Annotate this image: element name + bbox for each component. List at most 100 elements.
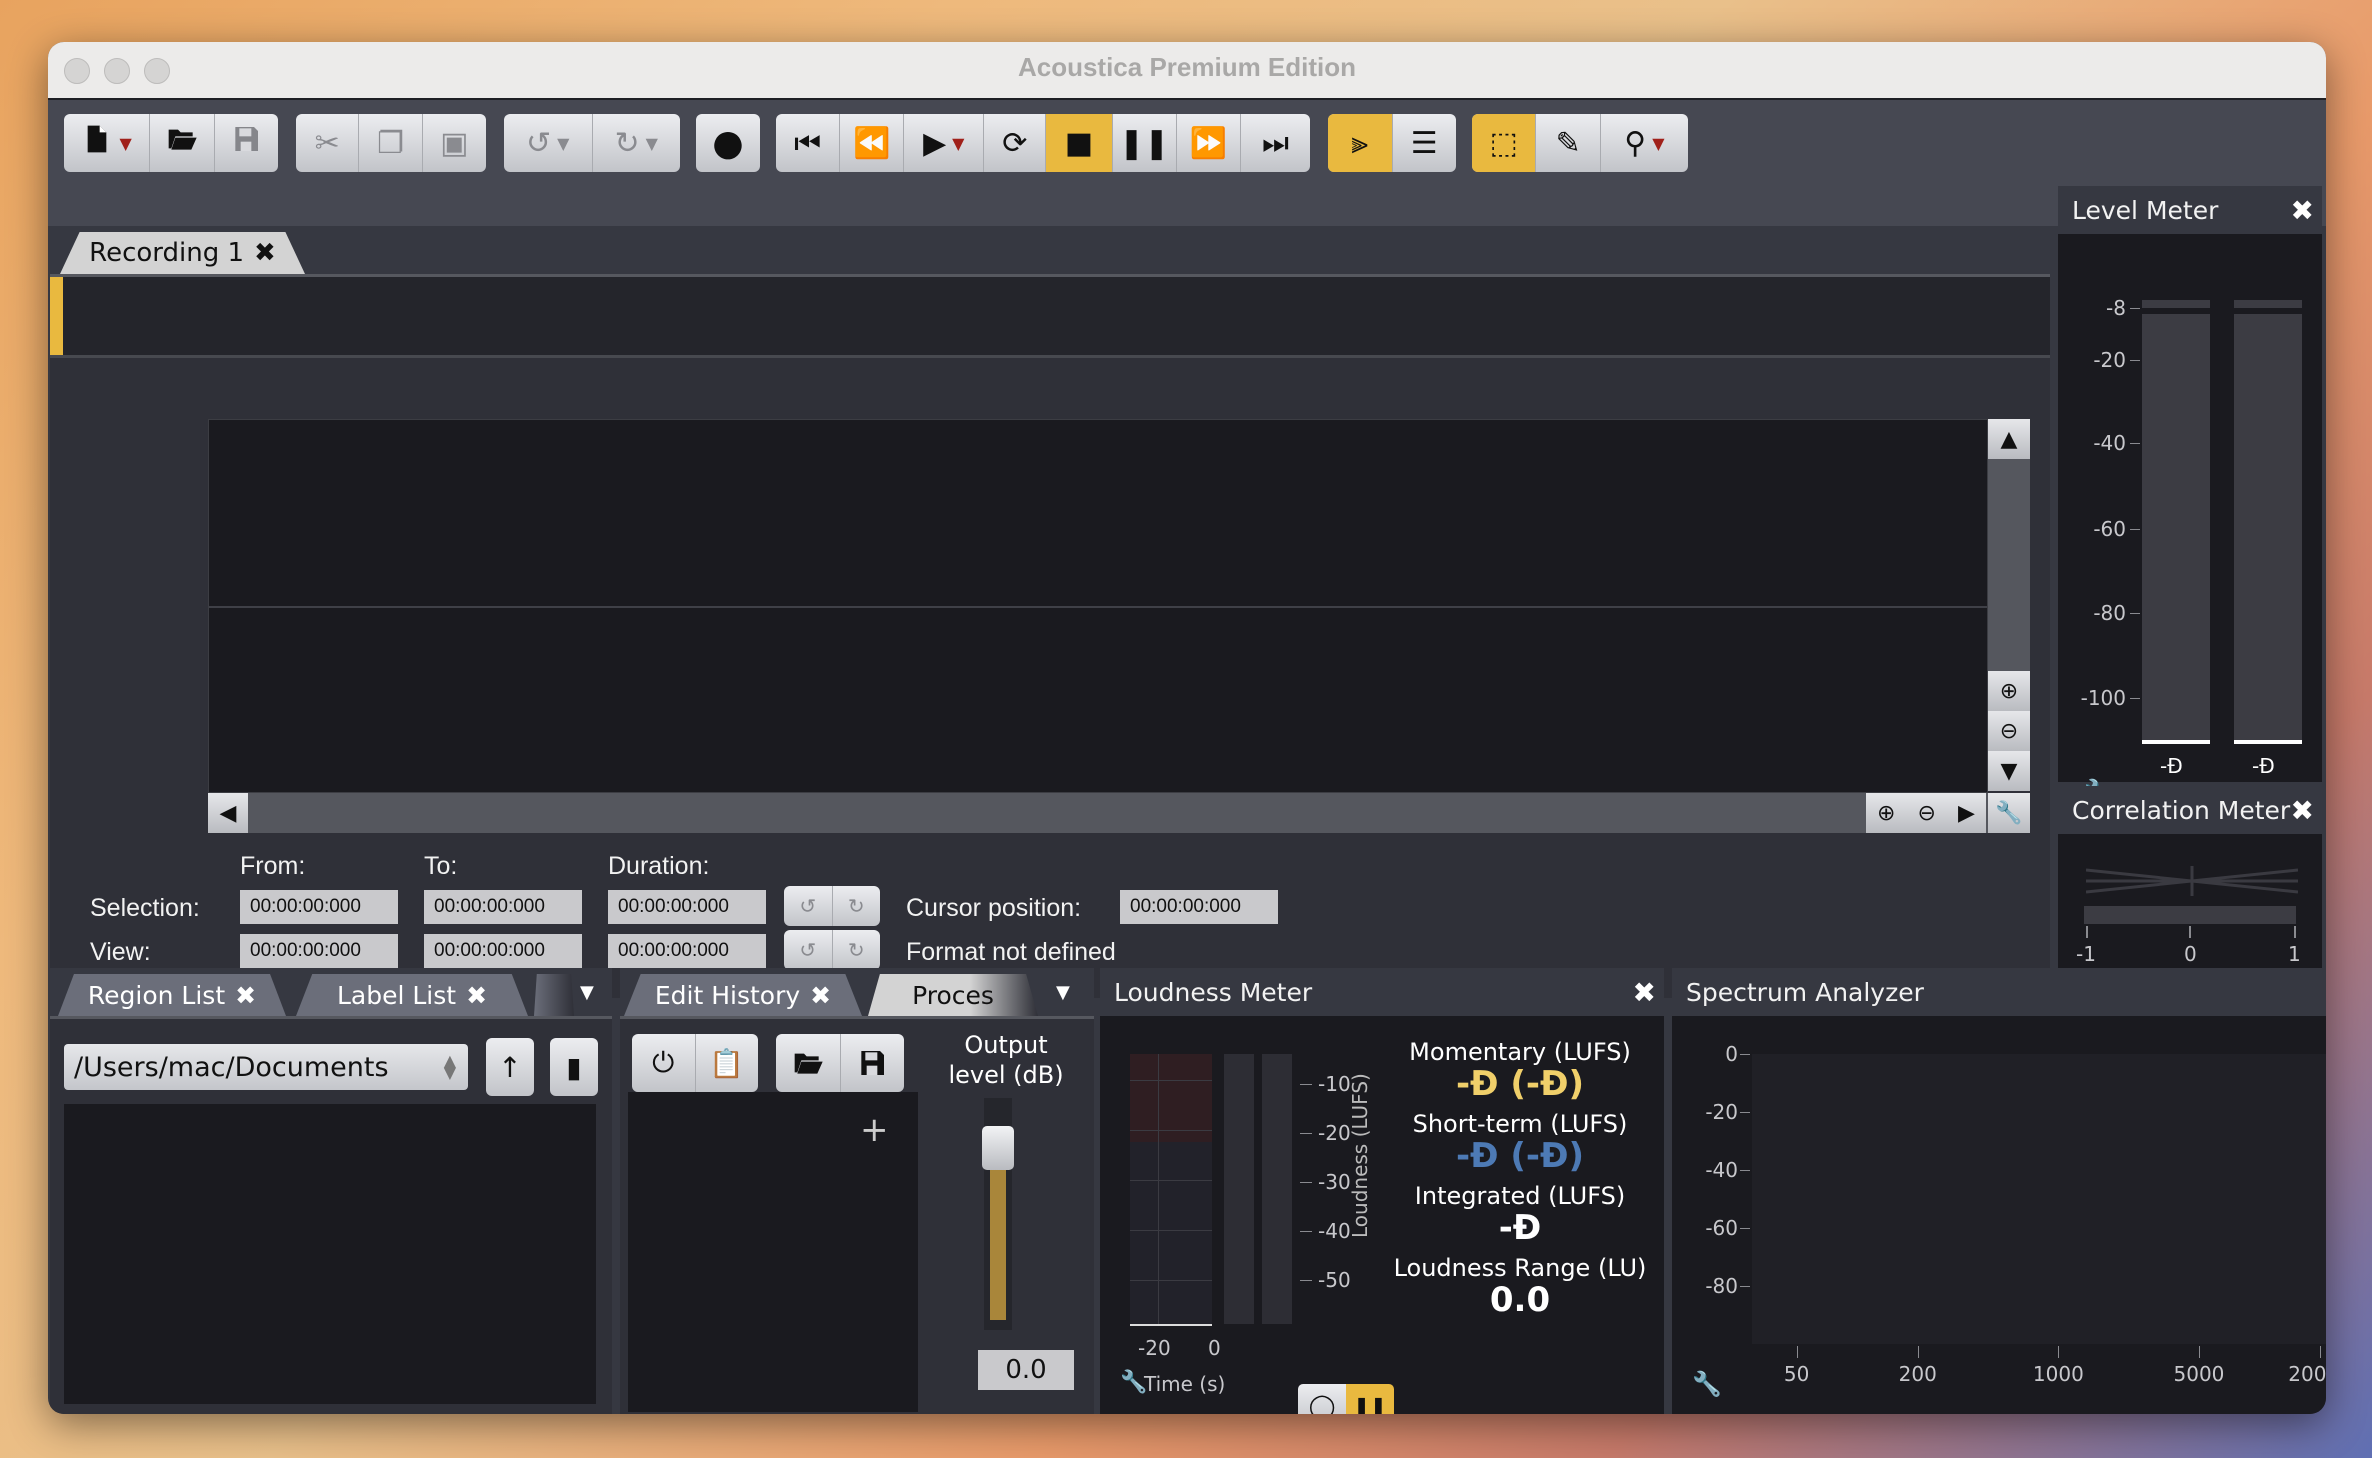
view-redo-button[interactable]: ↻	[833, 930, 881, 970]
level-bar-right	[2234, 314, 2302, 744]
selection-to-field[interactable]: 00:00:00:000	[424, 890, 582, 924]
overview-strip[interactable]	[50, 277, 2050, 358]
pencil-tool-icon: ✎	[1555, 125, 1581, 161]
panel-title: Spectrum Analyzer	[1686, 977, 1924, 1007]
play-icon: ▶	[923, 125, 947, 161]
horizontal-scrollbar[interactable]: ◀ ⊕ ⊖ ▶	[208, 793, 1988, 833]
close-icon[interactable]: ✖	[810, 981, 831, 1010]
view-undo-button[interactable]: ↺	[784, 930, 833, 970]
cursor-position-field[interactable]: 00:00:00:000	[1120, 890, 1278, 924]
clipboard-button[interactable]: 📋	[696, 1034, 759, 1092]
pencil-tool-button[interactable]: ✎	[1536, 114, 1601, 172]
chevron-down-icon: ▼	[557, 133, 570, 153]
scroll-up-button[interactable]: ▲	[1988, 419, 2030, 459]
open-folder-icon	[166, 123, 198, 163]
level-meter-panel: Level Meter ✖ -8-20-40-60-80-100 -Đ -Đ 🔧…	[2058, 186, 2322, 808]
tick-mark	[1740, 1054, 1750, 1055]
tab-recording-1[interactable]: Recording 1 ✖	[60, 232, 305, 274]
cut-button[interactable]: ✂	[296, 114, 360, 172]
go-to-start-button[interactable]: ⏮	[776, 114, 841, 172]
paste-button[interactable]: ▣	[423, 114, 486, 172]
pause-loudness-button[interactable]: ❚❚	[1346, 1384, 1394, 1414]
selection-redo-button[interactable]: ↻	[833, 886, 881, 926]
fast-forward-button[interactable]: ⏩	[1177, 114, 1241, 172]
wrench-icon[interactable]: 🔧	[1692, 1370, 1722, 1398]
vertical-scrollbar[interactable]: ▲ ⊕ ⊖ ▼	[1988, 419, 2030, 791]
zoom-tool-button[interactable]: ⚲ ▼	[1601, 114, 1688, 172]
close-icon[interactable]: ✖	[466, 981, 487, 1010]
tab-processing[interactable]: Proces	[868, 974, 1038, 1016]
zoom-out-icon[interactable]: ⊖	[1918, 801, 1936, 826]
waveform-settings-button[interactable]: 🔧	[1988, 793, 2030, 833]
go-to-end-button[interactable]: ⏭	[1241, 114, 1310, 172]
browse-folder-button[interactable]: ▮	[550, 1038, 598, 1096]
output-level-field[interactable]: 0.0	[978, 1350, 1074, 1390]
tick-label: 0	[1725, 1042, 1738, 1066]
loop-icon: ⟳	[1002, 125, 1028, 161]
tab-label-list[interactable]: Label List ✖	[296, 974, 528, 1016]
zoom-in-icon[interactable]: ⊕	[1877, 801, 1895, 826]
record-button[interactable]: ●	[696, 114, 760, 172]
loop-button[interactable]: ⟳	[984, 114, 1047, 172]
rewind-button[interactable]: ⏪	[840, 114, 905, 172]
selection-undo-button[interactable]: ↺	[784, 886, 833, 926]
close-icon[interactable]: ✖	[1633, 976, 1656, 1009]
view-duration-field[interactable]: 00:00:00:000	[608, 934, 766, 968]
tick-mark	[2294, 926, 2296, 938]
select-tool-button[interactable]: ⬚	[1472, 114, 1537, 172]
scroll-left-button[interactable]: ◀	[208, 793, 248, 833]
view-from-field[interactable]: 00:00:00:000	[240, 934, 398, 968]
pause-button[interactable]: ❚❚	[1113, 114, 1177, 172]
save-button[interactable]	[215, 114, 278, 172]
scroll-down-button[interactable]: ▼	[1988, 751, 2030, 791]
close-icon[interactable]: ✖	[2291, 794, 2314, 827]
arrow-right-icon[interactable]: ▶	[1958, 801, 1975, 826]
close-tab-icon[interactable]: ✖	[254, 238, 276, 268]
tab-region-list[interactable]: Region List ✖	[58, 974, 286, 1016]
vertical-zoom-out-button[interactable]: ⊖	[1988, 711, 2030, 751]
selection-duration-field[interactable]: 00:00:00:000	[608, 890, 766, 924]
new-file-button[interactable]: ▼	[64, 114, 151, 172]
spectrum-analyzer-header: Spectrum Analyzer ✖	[1672, 968, 2326, 1016]
redo-button[interactable]: ↻ ▼	[593, 114, 681, 172]
view-to-field[interactable]: 00:00:00:000	[424, 934, 582, 968]
vertical-zoom-in-button[interactable]: ⊕	[1988, 671, 2030, 711]
new-file-icon	[81, 123, 113, 163]
selection-from-field[interactable]: 00:00:00:000	[240, 890, 398, 924]
panel-title: Loudness Meter	[1114, 977, 1313, 1007]
parent-folder-button[interactable]: ↑	[486, 1038, 534, 1096]
app-window: Acoustica Premium Edition ▼ ✂ ❐ ▣ ↺ ▼ ↻ ▼ …	[48, 42, 2326, 1414]
view-mode-group: ⫸ ☰	[1328, 114, 1456, 172]
spectrogram-view-button[interactable]: ☰	[1393, 114, 1457, 172]
close-icon[interactable]: ✖	[235, 981, 256, 1010]
save-preset-button[interactable]	[841, 1034, 905, 1092]
reset-loudness-button[interactable]: ◯	[1298, 1384, 1346, 1414]
power-button[interactable]: ⏻	[632, 1034, 696, 1092]
overview-position-marker[interactable]	[50, 277, 63, 355]
close-icon[interactable]: ✖	[2291, 194, 2314, 227]
file-list[interactable]	[64, 1104, 596, 1404]
output-level-slider[interactable]	[982, 1098, 1014, 1330]
arrow-up-icon: ↑	[498, 1050, 522, 1084]
undo-button[interactable]: ↺ ▼	[504, 114, 593, 172]
horizontal-zoom-controls: ⊕ ⊖ ▶	[1866, 793, 1986, 833]
pause-icon: ❚❚	[1119, 125, 1170, 161]
add-effect-button[interactable]: +	[860, 1110, 889, 1150]
copy-button[interactable]: ❐	[359, 114, 423, 172]
waveform-display[interactable]	[208, 419, 1988, 793]
effect-chain-list[interactable]: +	[628, 1092, 918, 1412]
integrated-value: -Đ	[1498, 1208, 1542, 1248]
tick-label: -8	[2106, 296, 2126, 320]
path-dropdown[interactable]: /Users/mac/Documents ▲ ▼	[64, 1044, 468, 1090]
tab-edit-history[interactable]: Edit History ✖	[624, 974, 862, 1016]
waveform-view-button[interactable]: ⫸	[1328, 114, 1393, 172]
tick-mark	[1796, 1346, 1798, 1358]
stop-button[interactable]: ■	[1046, 114, 1113, 172]
tab-menu-dropdown[interactable]: ▼	[580, 982, 594, 1003]
tab-menu-dropdown[interactable]: ▼	[1056, 982, 1070, 1003]
play-button[interactable]: ▶ ▼	[904, 114, 985, 172]
slider-thumb[interactable]	[982, 1126, 1014, 1171]
open-file-button[interactable]	[150, 114, 215, 172]
open-preset-button[interactable]	[776, 1034, 841, 1092]
spectrum-plot-area	[1752, 1054, 2326, 1344]
